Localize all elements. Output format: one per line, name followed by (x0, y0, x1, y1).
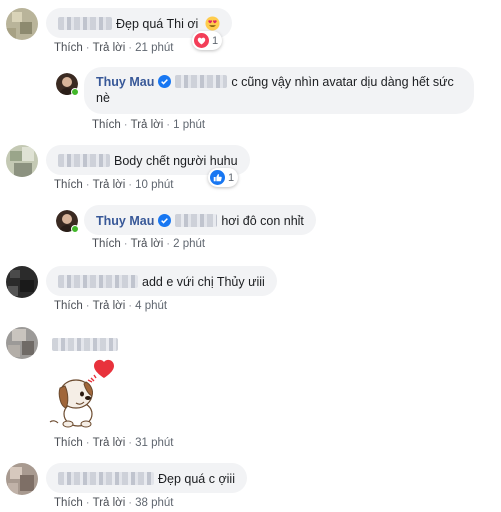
avatar[interactable] (6, 8, 38, 40)
comment-text-continued: nè (96, 91, 110, 105)
like-link[interactable]: Thích (54, 42, 83, 54)
comment-actions: Thích · Trả lời · 2 phút (92, 238, 206, 250)
avatar[interactable] (6, 266, 38, 298)
comment-text: hơi đô con nhỉt (221, 214, 304, 228)
like-link[interactable]: Thích (54, 437, 83, 449)
author-name[interactable]: Thuy Mau (96, 75, 154, 89)
puppy-heart-sticker[interactable] (46, 358, 124, 434)
comment-actions: Thích · Trả lời · 21 phút (54, 42, 174, 54)
blurred-author-name[interactable] (58, 17, 112, 30)
like-link[interactable]: Thích (54, 300, 83, 312)
verified-badge-icon (158, 75, 172, 88)
reply-link[interactable]: Trả lời (93, 42, 126, 54)
comment-actions: Thích · Trả lời · 4 phút (54, 300, 168, 312)
like-link[interactable]: Thích (92, 238, 121, 250)
timestamp[interactable]: 31 phút (135, 437, 173, 449)
like-link[interactable]: Thích (92, 119, 121, 131)
comment-actions: Thích · Trả lời · 10 phút (54, 179, 174, 191)
reaction-count[interactable]: 1 (192, 31, 223, 50)
author-name[interactable]: Thuy Mau (96, 214, 154, 228)
blurred-tagged-name[interactable] (175, 75, 228, 88)
reaction-count-value: 1 (212, 34, 219, 47)
blurred-tagged-name[interactable] (175, 214, 218, 227)
heart-eyes-emoji-icon (205, 16, 220, 31)
reply-link[interactable]: Trả lời (93, 300, 126, 312)
avatar[interactable] (6, 327, 38, 359)
avatar[interactable] (6, 463, 38, 495)
reaction-count-value: 1 (228, 171, 235, 184)
comment-text: c cũng vậy nhìn avatar dịu dàng hết sức (231, 75, 454, 89)
comment-bubble: Đẹp quá c ợiii (46, 463, 247, 493)
comment-text: Đẹp quá Thi ơi (116, 17, 199, 31)
reaction-count[interactable]: 1 (208, 168, 239, 187)
comment-bubble: Thuy Mau hơi đô con nhỉt (84, 205, 316, 235)
comment-actions: Thích · Trả lời · 1 phút (92, 119, 206, 131)
comment-text: add e vứi chị Thủy ưiii (142, 275, 265, 289)
comment-bubble: Thuy Mau c cũng vậy nhìn avatar dịu dàng … (84, 67, 474, 114)
avatar[interactable] (56, 210, 79, 233)
reply-link[interactable]: Trả lời (93, 179, 126, 191)
blurred-author-name[interactable] (58, 275, 138, 288)
reply-link[interactable]: Trả lời (93, 497, 126, 509)
like-link[interactable]: Thích (54, 179, 83, 191)
online-status-indicator (71, 88, 79, 96)
avatar[interactable] (56, 73, 79, 96)
reply-link[interactable]: Trả lời (131, 119, 164, 131)
like-reaction-icon (210, 170, 225, 185)
blurred-author-name[interactable] (52, 338, 118, 351)
online-status-indicator (71, 225, 79, 233)
verified-badge-icon (158, 214, 172, 227)
comment-actions: Thích · Trả lời · 38 phút (54, 497, 174, 509)
timestamp[interactable]: 4 phút (135, 300, 167, 312)
comment-bubble: add e vứi chị Thủy ưiii (46, 266, 277, 296)
love-reaction-icon (194, 33, 209, 48)
blurred-author-name[interactable] (58, 154, 110, 167)
comment-text: Body chết người huhu (114, 154, 238, 168)
timestamp[interactable]: 2 phút (173, 238, 205, 250)
blurred-author-name[interactable] (58, 472, 154, 485)
reply-link[interactable]: Trả lời (131, 238, 164, 250)
reply-link[interactable]: Trả lời (93, 437, 126, 449)
comment-text: Đẹp quá c ợiii (158, 472, 235, 486)
comment-actions: Thích · Trả lời · 31 phút (54, 437, 174, 449)
like-link[interactable]: Thích (54, 497, 83, 509)
avatar[interactable] (6, 145, 38, 177)
timestamp[interactable]: 21 phút (135, 42, 173, 54)
timestamp[interactable]: 10 phút (135, 179, 173, 191)
timestamp[interactable]: 38 phút (135, 497, 173, 509)
timestamp[interactable]: 1 phút (173, 119, 205, 131)
